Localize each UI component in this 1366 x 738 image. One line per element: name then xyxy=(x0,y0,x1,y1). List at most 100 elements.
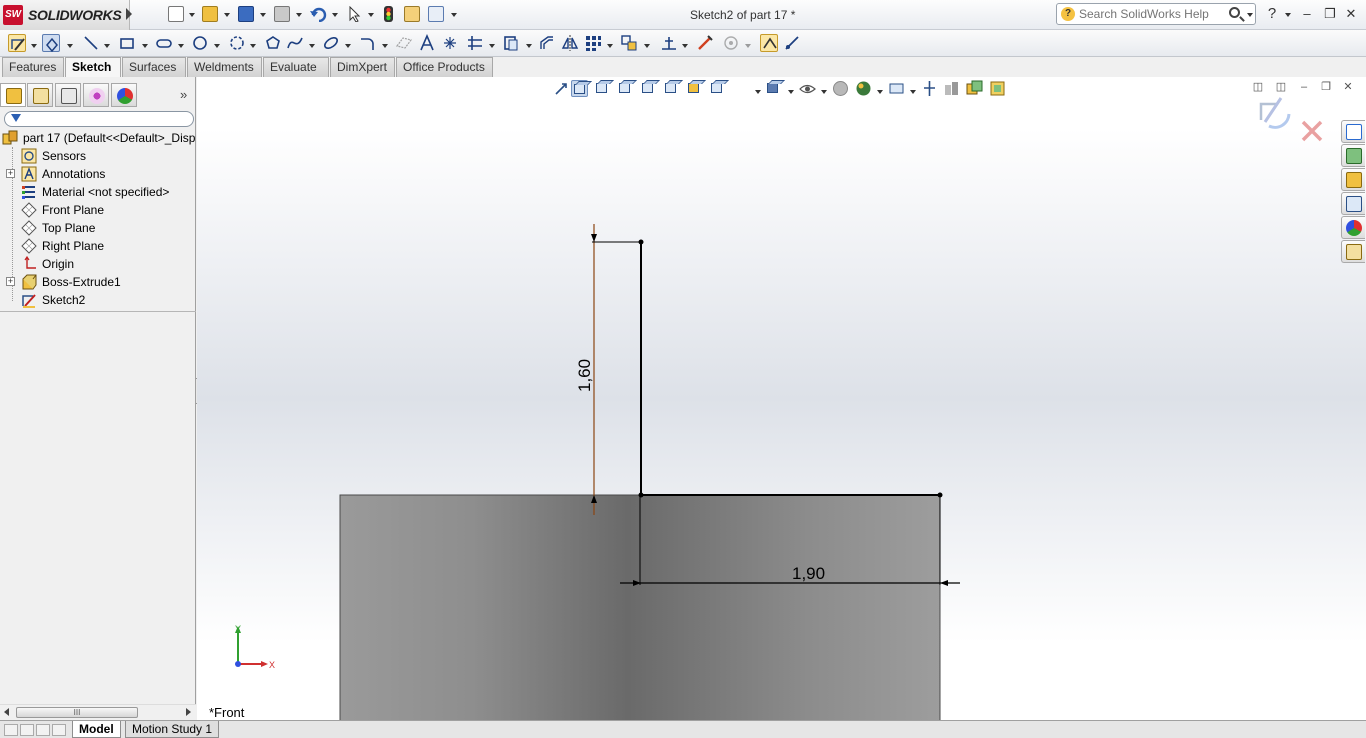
scroll-right-icon[interactable] xyxy=(186,708,191,716)
horizontal-scrollbar[interactable]: III xyxy=(0,704,196,720)
line-icon[interactable] xyxy=(82,34,100,52)
hide-show-dropdown-icon[interactable] xyxy=(821,90,827,94)
graphics-area[interactable]: 1,60 1,90 ◫ ◫ ‒ ❐ ✕ Y X *Front xyxy=(197,77,1366,720)
last-tab-icon[interactable] xyxy=(52,724,66,736)
tab-evaluate[interactable]: Evaluate xyxy=(263,57,329,77)
tab-property-manager[interactable] xyxy=(27,83,53,107)
tab-motion-study-1[interactable]: Motion Study 1 xyxy=(125,721,220,738)
tree-item-front-plane[interactable]: Front Plane xyxy=(0,201,196,219)
scroll-left-icon[interactable] xyxy=(4,708,9,716)
scroll-thumb[interactable]: III xyxy=(16,707,138,718)
dimension-value-horizontal[interactable]: 1,90 xyxy=(792,564,825,583)
apply-scene-icon[interactable] xyxy=(855,80,872,97)
rectangle-dropdown-icon[interactable] xyxy=(142,44,148,48)
repair-sketch-icon[interactable] xyxy=(696,34,714,52)
view-settings-icon[interactable] xyxy=(888,80,905,97)
display-style-dropdown-icon[interactable] xyxy=(788,90,794,94)
save-dropdown-icon[interactable] xyxy=(260,13,266,17)
select-dropdown-icon[interactable] xyxy=(368,13,374,17)
help-button[interactable]: ? xyxy=(1263,5,1281,23)
polygon-icon[interactable] xyxy=(264,34,282,52)
display-relations-icon[interactable] xyxy=(660,34,678,52)
mirror-entities-icon[interactable] xyxy=(561,34,579,52)
tab-surfaces[interactable]: Surfaces xyxy=(122,57,186,77)
circle-icon[interactable] xyxy=(191,34,209,52)
print-icon[interactable] xyxy=(274,6,290,22)
task-pane-home[interactable] xyxy=(1341,120,1365,143)
arc-icon[interactable] xyxy=(228,34,246,52)
sketch-point-corner[interactable] xyxy=(638,492,644,498)
restore-button[interactable]: ❐ xyxy=(1321,5,1339,23)
move-dropdown-icon[interactable] xyxy=(644,44,650,48)
tab-feature-manager[interactable] xyxy=(0,83,26,107)
menu-flyout-arrow-icon[interactable] xyxy=(126,8,132,20)
cancel-sketch-icon[interactable] xyxy=(1301,120,1323,142)
undo-dropdown-icon[interactable] xyxy=(332,13,338,17)
slot-dropdown-icon[interactable] xyxy=(178,44,184,48)
task-pane-custom-properties[interactable] xyxy=(1341,240,1365,263)
help-search-box[interactable]: ? xyxy=(1056,3,1256,25)
view-orientation-bottom-icon[interactable] xyxy=(686,80,703,97)
first-tab-icon[interactable] xyxy=(4,724,18,736)
dimension-value-vertical[interactable]: 1,60 xyxy=(575,359,594,392)
tree-item-top-plane[interactable]: Top Plane xyxy=(0,219,196,237)
spline-icon[interactable] xyxy=(286,34,304,52)
rebuild-traffic-light-icon[interactable] xyxy=(384,6,393,22)
fillet-dropdown-icon[interactable] xyxy=(382,44,388,48)
view-orientation-isometric-icon[interactable] xyxy=(709,80,726,97)
slot-icon[interactable] xyxy=(155,34,173,52)
search-icon[interactable] xyxy=(1229,7,1240,18)
task-pane-appearances[interactable] xyxy=(1341,216,1365,239)
hide-show-items-icon[interactable] xyxy=(799,80,816,97)
arc-dropdown-icon[interactable] xyxy=(250,44,256,48)
offset-entities-icon[interactable] xyxy=(538,34,556,52)
instant2d-dropdown-icon[interactable] xyxy=(745,44,751,48)
trim-entities-icon[interactable] xyxy=(466,34,484,52)
fillet-icon[interactable] xyxy=(358,34,376,52)
spline-dropdown-icon[interactable] xyxy=(309,44,315,48)
pattern-dropdown-icon[interactable] xyxy=(607,44,613,48)
print-dropdown-icon[interactable] xyxy=(296,13,302,17)
view-orientation-dropdown-icon[interactable] xyxy=(755,90,761,94)
save-icon[interactable] xyxy=(238,6,254,22)
options-dropdown-icon[interactable] xyxy=(451,13,457,17)
linear-pattern-icon[interactable] xyxy=(584,34,602,52)
view-orientation-left-icon[interactable] xyxy=(617,80,634,97)
open-folder-icon[interactable] xyxy=(202,6,218,22)
expand-annotations-icon[interactable]: + xyxy=(6,169,15,178)
task-pane-file-explorer[interactable] xyxy=(1341,168,1365,191)
section-view-icon[interactable] xyxy=(921,80,938,97)
view-orientation-front-icon[interactable] xyxy=(571,80,588,97)
tab-display-manager[interactable] xyxy=(111,83,137,107)
previous-tab-icon[interactable] xyxy=(20,724,34,736)
file-properties-icon[interactable] xyxy=(404,6,420,22)
exit-sketch-icon[interactable] xyxy=(1259,97,1291,129)
tree-root-part[interactable]: part 17 (Default<<Default>_Disp xyxy=(0,129,196,147)
new-document-icon[interactable] xyxy=(168,6,184,22)
previous-view-icon[interactable] xyxy=(966,80,983,97)
tab-weldments[interactable]: Weldments xyxy=(187,57,262,77)
expand-panel-icon[interactable]: » xyxy=(180,87,187,102)
feature-tree-filter[interactable] xyxy=(4,111,194,127)
open-dropdown-icon[interactable] xyxy=(224,13,230,17)
search-dropdown-icon[interactable] xyxy=(1247,13,1253,17)
options-icon[interactable] xyxy=(428,6,444,22)
tab-office-products[interactable]: Office Products xyxy=(396,57,493,77)
circle-dropdown-icon[interactable] xyxy=(214,44,220,48)
trim-dropdown-icon[interactable] xyxy=(489,44,495,48)
tree-item-right-plane[interactable]: Right Plane xyxy=(0,237,196,255)
point-icon[interactable] xyxy=(441,34,459,52)
document-close-icon[interactable]: ✕ xyxy=(1341,81,1355,93)
search-input[interactable] xyxy=(1079,6,1229,22)
quick-snaps-icon[interactable] xyxy=(760,34,778,52)
task-pane-design-library[interactable] xyxy=(1341,144,1365,167)
help-dropdown-icon[interactable] xyxy=(1285,13,1291,17)
apply-scene-dropdown-icon[interactable] xyxy=(877,90,883,94)
tab-dimxpert[interactable]: DimXpert xyxy=(330,57,395,77)
sketch-point-end[interactable] xyxy=(937,492,943,498)
task-pane-view-palette[interactable] xyxy=(1341,192,1365,215)
display-style-icon[interactable] xyxy=(765,80,782,97)
tab-model[interactable]: Model xyxy=(72,721,121,738)
close-button[interactable]: ✕ xyxy=(1342,5,1360,23)
tree-item-sketch2[interactable]: Sketch2 xyxy=(0,291,196,309)
